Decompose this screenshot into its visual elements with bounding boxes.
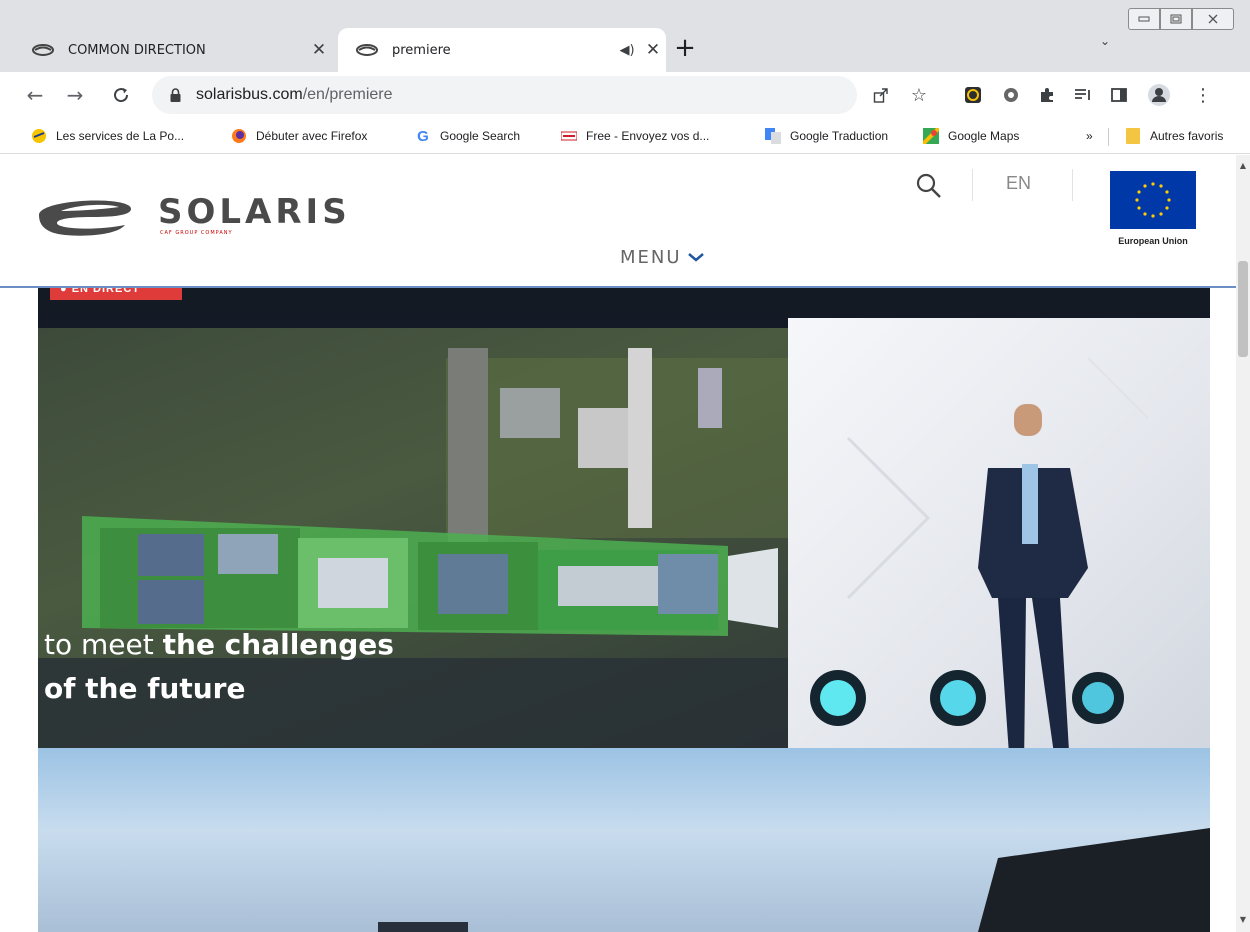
site-search-button[interactable] (916, 173, 946, 203)
audio-playing-icon[interactable]: ◀) (614, 43, 640, 58)
hero-headline-line1: to meet the challenges (44, 628, 394, 661)
google-icon: G (417, 127, 429, 145)
menu-button[interactable]: MENU (620, 247, 704, 268)
extensions-puzzle-icon[interactable] (1032, 80, 1062, 110)
tab-title: COMMON DIRECTION (68, 42, 206, 58)
bookmarks-divider (1108, 128, 1109, 146)
new-tab-button[interactable]: + (668, 32, 702, 66)
window-minimize-button[interactable] (1128, 8, 1160, 30)
chevron-down-icon (687, 250, 704, 266)
eu-flag-logo (1110, 171, 1196, 229)
bookmark-google-maps[interactable]: Google Maps (922, 124, 1019, 148)
search-icon (916, 173, 941, 198)
bookmarks-bar: Les services de La Po... Débuter avec Fi… (0, 118, 1250, 154)
free-icon (560, 127, 578, 145)
side-panel-icon[interactable] (1104, 80, 1134, 110)
address-bar[interactable]: solarisbus.com/en/premiere (152, 76, 857, 114)
solaris-favicon-icon (356, 44, 382, 56)
arrow-right-icon: → (66, 83, 84, 107)
url-text[interactable]: solarisbus.com/en/premiere (196, 86, 393, 104)
header-divider (972, 169, 973, 201)
arrow-left-icon: ← (26, 83, 44, 107)
bookmark-google-search[interactable]: G Google Search (414, 124, 520, 148)
share-icon[interactable] (866, 80, 896, 110)
eu-label: European Union (1118, 236, 1188, 246)
logo-subtitle: CAF GROUP COMPANY (160, 230, 233, 236)
menu-label: MENU (620, 247, 682, 268)
url-host: solarisbus.com (196, 86, 303, 103)
url-path: /en/premiere (302, 86, 393, 103)
hero-stage-floor (38, 748, 1210, 932)
back-button[interactable]: ← (20, 80, 50, 110)
scroll-down-arrow-icon[interactable]: ▼ (1238, 915, 1248, 924)
tab-common-direction[interactable]: COMMON DIRECTION ✕ (14, 28, 332, 72)
solaris-logo-mark[interactable] (35, 191, 135, 243)
reload-button[interactable] (106, 80, 136, 110)
folder-icon (1124, 127, 1142, 145)
window-maximize-button[interactable] (1160, 8, 1192, 30)
window-close-button[interactable] (1192, 8, 1234, 30)
translate-icon (764, 127, 782, 145)
hero-presenter-backdrop (788, 318, 1210, 768)
live-badge: ● EN DIRECT (50, 288, 182, 300)
tab-strip: COMMON DIRECTION ✕ premiere ◀) ✕ + ⌄ (0, 0, 1250, 72)
bookmark-google-traduction[interactable]: Google Traduction (764, 124, 888, 148)
bookmark-firefox[interactable]: Débuter avec Firefox (230, 124, 367, 148)
bookmark-label: Google Traduction (790, 129, 889, 143)
maps-icon (922, 127, 940, 145)
extension-circle-icon[interactable] (996, 80, 1026, 110)
logo-text[interactable]: SOLARIS (158, 192, 351, 232)
bookmark-label: Autres favoris (1150, 129, 1224, 143)
media-queue-icon[interactable] (1068, 80, 1098, 110)
browser-menu-icon[interactable]: ⋮ (1188, 80, 1218, 110)
chevron-double-right-icon: » (1086, 129, 1093, 143)
bookmark-label: Les services de La Po... (56, 129, 185, 143)
bookmark-folder-autres-favoris[interactable]: Autres favoris (1124, 124, 1223, 148)
bookmark-label: Google Search (440, 129, 521, 143)
hero-video[interactable]: ● EN DIRECT to meet the challenges of th… (38, 288, 1210, 932)
tab-close-icon[interactable]: ✕ (306, 40, 332, 60)
tab-close-icon[interactable]: ✕ (640, 40, 666, 60)
tab-search-button[interactable]: ⌄ (1090, 34, 1120, 58)
scrollbar-thumb[interactable] (1238, 261, 1248, 357)
laposte-icon (30, 127, 48, 145)
extension-timer-icon[interactable] (958, 80, 988, 110)
forward-button[interactable]: → (60, 80, 90, 110)
tab-title: premiere (392, 42, 451, 58)
bookmark-label: Débuter avec Firefox (256, 129, 368, 143)
lock-icon (170, 88, 184, 102)
page-scrollbar[interactable]: ▲ ▼ (1236, 155, 1250, 932)
hero-headline-bold: the challenges (162, 628, 394, 661)
header-divider (1072, 169, 1073, 201)
bookmark-label: Google Maps (948, 129, 1020, 143)
bookmarks-overflow-button[interactable]: » (1086, 124, 1093, 148)
site-header: SOLARIS CAF GROUP COMPANY MENU EN Europe… (0, 155, 1236, 288)
bookmark-laposte[interactable]: Les services de La Po... (30, 124, 184, 148)
bookmark-star-icon[interactable]: ☆ (904, 80, 934, 110)
profile-avatar-icon[interactable] (1144, 80, 1174, 110)
bookmark-free[interactable]: Free - Envoyez vos d... (560, 124, 709, 148)
hero-headline-line2: of the future (44, 672, 246, 705)
scroll-up-arrow-icon[interactable]: ▲ (1238, 161, 1248, 170)
bookmark-label: Free - Envoyez vos d... (586, 129, 710, 143)
reload-icon (114, 88, 129, 103)
hero-headline-light: to meet (44, 628, 163, 661)
page-viewport: SOLARIS CAF GROUP COMPANY MENU EN Europe… (0, 155, 1236, 932)
browser-toolbar: ← → solarisbus.com/en/premiere ☆ ⋮ (0, 72, 1250, 118)
firefox-icon (230, 127, 248, 145)
solaris-favicon-icon (32, 44, 58, 56)
language-switcher[interactable]: EN (1006, 173, 1031, 194)
tab-premiere[interactable]: premiere ◀) ✕ (338, 28, 666, 72)
